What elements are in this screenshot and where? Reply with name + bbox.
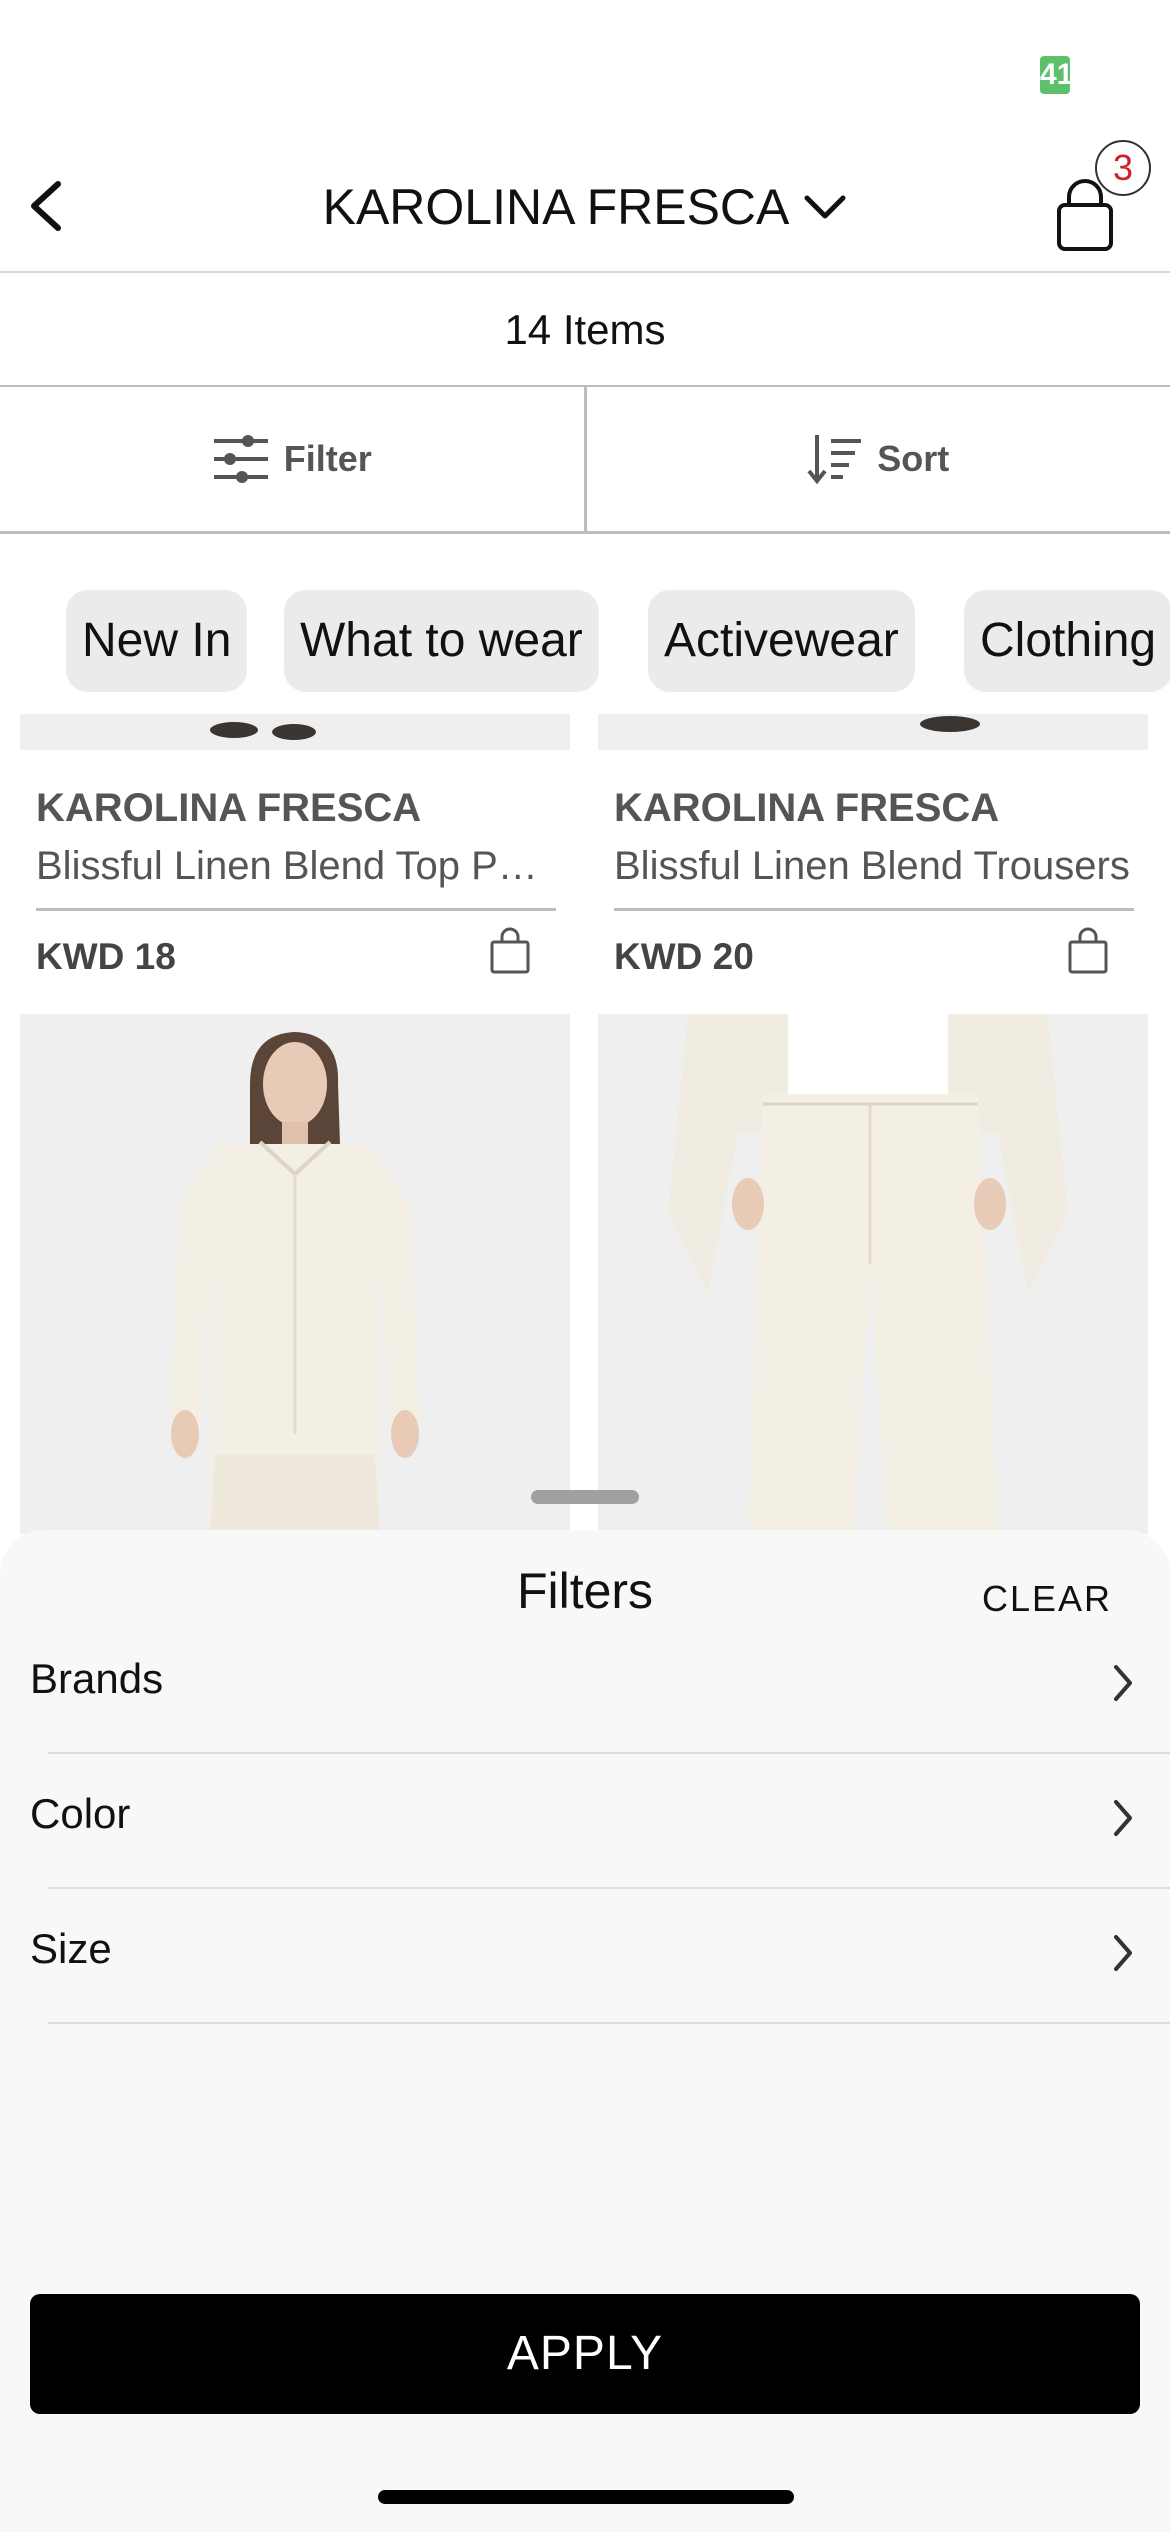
cart-count-badge: 3 [1095,140,1151,196]
product-grid: KAROLINA FRESCA Blissful Linen Blend Top… [0,714,1170,1534]
filter-row-label: Color [30,1790,131,1837]
chevron-right-icon [1114,1800,1132,1836]
home-indicator [378,2490,794,2504]
divider [36,908,556,911]
filter-button[interactable]: Filter [0,387,587,531]
chip-what-to-wear[interactable]: What to wear [284,590,599,692]
chevron-down-icon [804,195,846,219]
product-price: KWD 20 [614,936,754,977]
product-name: Blissful Linen Blend Top Pants Set [36,844,556,888]
add-to-bag-icon[interactable] [488,926,532,976]
product-image[interactable] [20,1014,570,1534]
divider [614,908,1134,911]
trousers-photo [598,1014,1148,1534]
filter-sort-bar: Filter Sort [0,387,1170,534]
product-image[interactable] [598,1014,1148,1534]
filter-row-color[interactable]: Color [0,1754,1170,1889]
filter-row-size[interactable]: Size [0,1889,1170,2024]
sheet-grabber[interactable] [531,1490,639,1504]
filter-label: Filter [283,438,372,479]
divider [48,2022,1170,2024]
product-card[interactable]: KAROLINA FRESCA Blissful Linen Blend Tro… [598,750,1148,980]
model-photo [20,1014,570,1534]
battery-indicator: 41 [1040,56,1070,94]
sort-label: Sort [877,438,950,479]
chevron-right-icon [1114,1935,1132,1971]
shoe-image [920,716,980,732]
product-name: Blissful Linen Blend Trousers [614,844,1130,888]
filter-row-label: Size [30,1925,112,1972]
product-price: KWD 18 [36,936,176,977]
product-brand: KAROLINA FRESCA [36,786,422,830]
apply-button[interactable]: APPLY [30,2294,1140,2414]
filter-row-brands[interactable]: Brands [0,1619,1170,1754]
sliders-icon [213,435,268,483]
sort-icon [807,435,862,485]
category-chips: New In What to wear Activewear Clothing [0,534,1170,714]
chevron-right-icon [1114,1665,1132,1701]
product-card[interactable]: KAROLINA FRESCA Blissful Linen Blend Top… [20,750,570,980]
filter-row-label: Brands [30,1655,164,1702]
product-image-top[interactable] [598,714,1148,750]
chip-new-in[interactable]: New In [66,590,248,692]
top-header: KAROLINA FRESCA [0,150,1170,273]
sort-button[interactable]: Sort [587,387,1170,531]
chip-clothing[interactable]: Clothing [964,590,1170,692]
sandals-image [210,722,316,740]
chip-activewear[interactable]: Activewear [648,590,915,692]
product-brand: KAROLINA FRESCA [614,786,1000,830]
page-title: KAROLINA FRESCA [322,179,790,235]
add-to-bag-icon[interactable] [1066,926,1110,976]
product-image-top[interactable] [20,714,570,750]
clear-button[interactable]: CLEAR [982,1578,1112,1620]
items-count: 14 Items [0,273,1170,387]
status-bar: 41 [0,0,1170,150]
brand-switcher[interactable]: KAROLINA FRESCA [0,178,1170,236]
